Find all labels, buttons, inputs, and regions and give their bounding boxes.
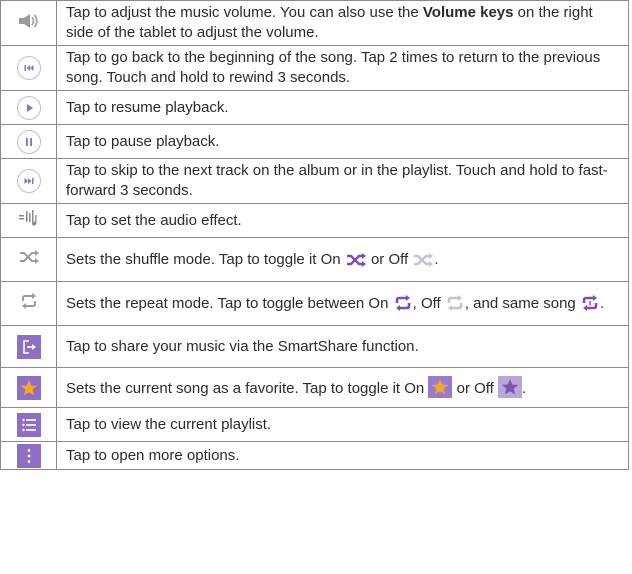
table-row: Tap to skip to the next track on the alb… xyxy=(0,158,629,204)
table-row: Tap to open more options. xyxy=(0,441,629,470)
row-description: Tap to share your music via the SmartSha… xyxy=(56,325,629,368)
table-row: Sets the current song as a favorite. Tap… xyxy=(0,367,629,408)
table-row: Sets the shuffle mode. Tap to toggle it … xyxy=(0,237,629,282)
music-controls-table: Tap to adjust the music volume. You can … xyxy=(0,0,629,470)
repeat-off-icon xyxy=(447,294,463,311)
shuffle-on-icon xyxy=(346,252,366,267)
shuffle-icon xyxy=(19,250,39,264)
favorite-on-icon xyxy=(428,376,453,398)
row-description: Tap to set the audio effect. xyxy=(56,203,629,238)
row-description: Tap to open more options. xyxy=(56,441,629,470)
row-description: Tap to go back to the beginning of the s… xyxy=(56,45,629,91)
table-row: Sets the repeat mode. Tap to toggle betw… xyxy=(0,281,629,326)
repeat-one-icon xyxy=(582,294,598,311)
play-icon xyxy=(16,95,41,120)
row-description: Sets the current song as a favorite. Tap… xyxy=(56,367,629,408)
favorite-off-icon xyxy=(498,376,523,398)
row-description: Tap to resume playback. xyxy=(56,90,629,125)
smartshare-icon xyxy=(16,334,41,359)
table-row: Tap to resume playback. xyxy=(0,90,629,125)
table-row: Tap to pause playback. xyxy=(0,124,629,159)
rewind-icon xyxy=(16,56,41,80)
favorite-star-icon xyxy=(16,375,41,400)
row-description: Sets the shuffle mode. Tap to toggle it … xyxy=(56,237,629,282)
volume-icon xyxy=(18,13,38,28)
more-options-icon xyxy=(16,443,41,468)
repeat-icon xyxy=(21,293,36,309)
pause-icon xyxy=(16,129,41,154)
shuffle-off-icon xyxy=(414,252,434,267)
row-description: Tap to view the current playlist. xyxy=(56,407,629,442)
table-row: Tap to view the current playlist. xyxy=(0,407,629,442)
table-row: Tap to adjust the music volume. You can … xyxy=(0,0,629,46)
table-row: Tap to go back to the beginning of the s… xyxy=(0,45,629,91)
audio-effect-icon xyxy=(18,210,36,226)
row-description: Tap to adjust the music volume. You can … xyxy=(56,0,629,46)
volume-keys-label: Volume keys xyxy=(422,4,514,21)
row-description: Tap to pause playback. xyxy=(56,124,629,159)
table-row: Tap to share your music via the SmartSha… xyxy=(0,325,629,368)
row-description: Sets the repeat mode. Tap to toggle betw… xyxy=(56,281,629,326)
row-description: Tap to skip to the next track on the alb… xyxy=(56,158,629,204)
table-row: Tap to set the audio effect. xyxy=(0,203,629,238)
playlist-icon xyxy=(16,412,41,437)
repeat-on-icon xyxy=(395,294,410,311)
fast-forward-icon xyxy=(16,169,41,193)
